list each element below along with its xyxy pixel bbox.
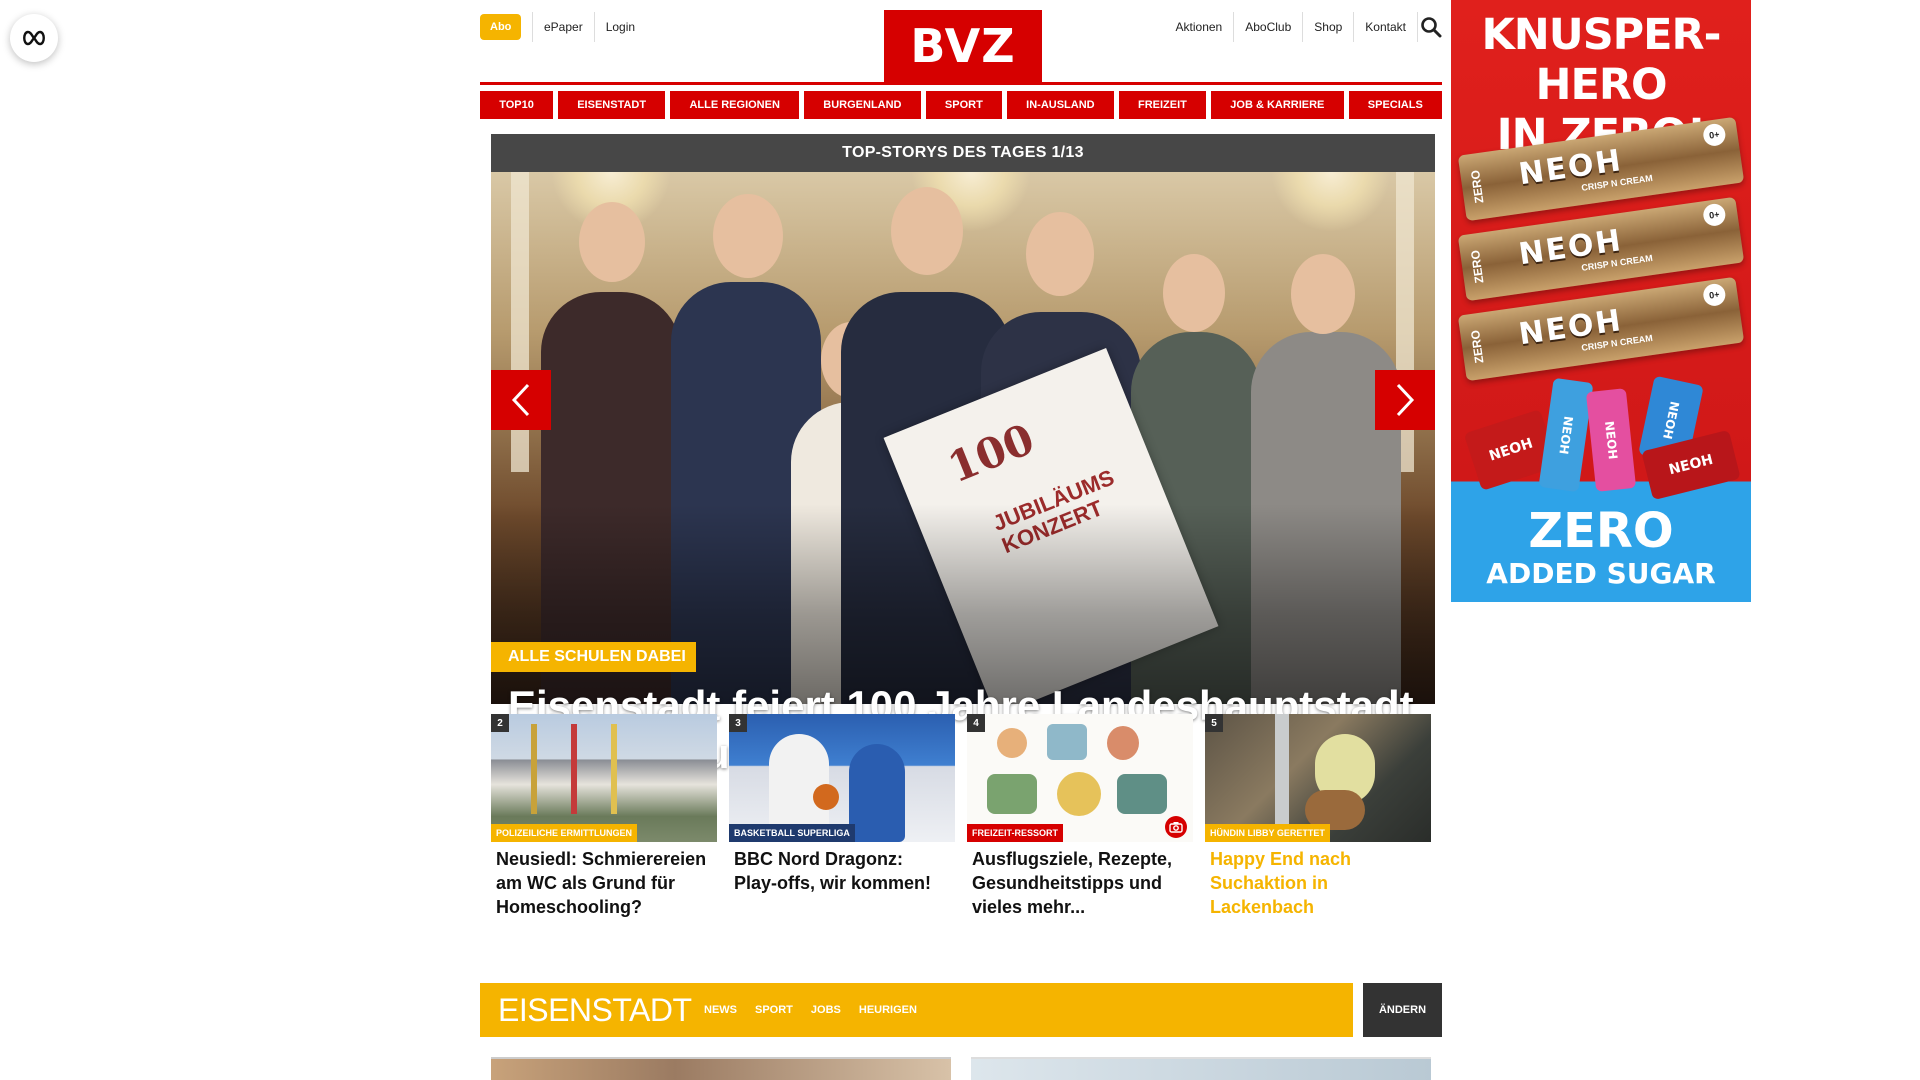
region-links: NEWS SPORT JOBS HEURIGEN	[704, 983, 917, 1037]
teaser-card[interactable]: 5 HÜNDIN LIBBY GERETTET Happy End nach S…	[1205, 714, 1431, 919]
product-packs: NEOH NEOH NEOH NEOH NEOH	[1451, 375, 1751, 510]
region-link-jobs[interactable]: JOBS	[811, 1004, 841, 1016]
flag	[571, 724, 577, 814]
header-divider	[480, 82, 1442, 85]
region-link-news[interactable]: NEWS	[704, 1004, 737, 1016]
teaser-card[interactable]: 4 FREIZEIT-RESSORT Ausflugsziele, Rezept…	[967, 714, 1193, 919]
top-links-left: ePaper Login	[532, 12, 646, 42]
teaser-image[interactable]: 3 BASKETBALL SUPERLIGA	[729, 714, 955, 842]
epaper-link[interactable]: ePaper	[532, 12, 594, 42]
story-teasers: 2 POLIZEILICHE ERMITTLUNGEN Neusiedl: Sc…	[491, 714, 1435, 919]
flag	[531, 724, 537, 814]
chevron-right-icon	[1396, 383, 1415, 417]
illustration	[1057, 772, 1101, 816]
nav-item-job-karriere[interactable]: JOB & KARRIERE	[1211, 91, 1344, 119]
shop-link[interactable]: Shop	[1303, 12, 1355, 42]
bar-badge: 0+	[1701, 122, 1727, 148]
ad-headline-line1: KNUSPER-HERO	[1481, 10, 1721, 110]
teaser-rank: 3	[729, 714, 747, 732]
bvz-logo[interactable]: BVZ	[884, 10, 1042, 82]
product-pack: NEOH	[1585, 388, 1637, 492]
teaser-title[interactable]: Ausflugsziele, Rezepte, Gesundheitstipps…	[967, 842, 1193, 919]
accessibility-toggle-button[interactable]	[10, 14, 58, 62]
person-head	[579, 202, 645, 282]
bar-side-label: ZERO	[1467, 248, 1487, 284]
aktionen-link[interactable]: Aktionen	[1165, 12, 1235, 42]
abo-button[interactable]: Abo	[480, 14, 522, 40]
site-header: Abo ePaper Login BVZ Aktionen AboClub Sh…	[480, 0, 1442, 85]
nav-item-sport[interactable]: SPORT	[925, 91, 1002, 119]
slider-heading: TOP-STORYS DES TAGES 1/13	[491, 134, 1435, 172]
slider-prev-button[interactable]	[491, 370, 551, 430]
illustration	[1117, 774, 1167, 814]
hero-gradient	[491, 504, 1435, 704]
ad-footer-sugar: ADDED SUGAR	[1486, 557, 1716, 590]
teaser-tag: POLIZEILICHE ERMITTLUNGEN	[491, 824, 637, 842]
region-title[interactable]: EISENSTADT	[498, 983, 692, 1037]
search-icon[interactable]	[1420, 16, 1442, 38]
bar-side-label: ZERO	[1467, 328, 1487, 364]
camera-icon	[1165, 816, 1187, 838]
slider-next-button[interactable]	[1375, 370, 1435, 430]
person-head	[713, 194, 783, 278]
person-head	[891, 187, 963, 275]
region-link-sport[interactable]: SPORT	[755, 1004, 793, 1016]
teaser-title[interactable]: Happy End nach Suchaktion in Lackenbach	[1205, 842, 1431, 919]
teaser-card[interactable]: 2 POLIZEILICHE ERMITTLUNGEN Neusiedl: Sc…	[491, 714, 717, 919]
teaser-image[interactable]: 4 FREIZEIT-RESSORT	[967, 714, 1193, 842]
illustration	[997, 728, 1027, 758]
aboclub-link[interactable]: AboClub	[1234, 12, 1304, 42]
teaser-title[interactable]: Neusiedl: Schmierereien am WC als Grund …	[491, 842, 717, 919]
teaser-rank: 5	[1205, 714, 1223, 732]
teaser-card[interactable]: 3 BASKETBALL SUPERLIGA BBC Nord Dragonz:…	[729, 714, 955, 919]
ad-footer-zero: ZERO	[1528, 503, 1674, 559]
change-region-button[interactable]: ÄNDERN	[1363, 983, 1442, 1037]
accessibility-icon	[23, 30, 45, 46]
main-navigation: TOP10 EISENSTADT ALLE REGIONEN BURGENLAN…	[480, 91, 1442, 119]
teaser-tag: BASKETBALL SUPERLIGA	[729, 824, 855, 842]
hero-kicker-badge: ALLE SCHULEN DABEI	[491, 642, 696, 672]
nav-item-top10[interactable]: TOP10	[480, 91, 554, 119]
region-teaser-image[interactable]	[971, 1057, 1431, 1080]
flag	[611, 724, 617, 814]
person-head	[1291, 254, 1355, 334]
illustration	[987, 774, 1037, 814]
product-pack: NEOH	[1538, 377, 1594, 493]
bar-badge: 0+	[1701, 282, 1727, 308]
illustration	[1107, 726, 1139, 760]
basketball	[813, 784, 839, 810]
hero-image[interactable]: 100 JUBILÄUMS KONZERT	[491, 172, 1435, 704]
chandelier-decor	[1271, 172, 1391, 232]
bar-badge: 0+	[1701, 202, 1727, 228]
chevron-left-icon	[511, 383, 530, 417]
teaser-image[interactable]: 5 HÜNDIN LIBBY GERETTET	[1205, 714, 1431, 842]
advertisement-banner[interactable]: KNUSPER-HERO IN ZERO! ZERO NEOH CRISP N …	[1451, 0, 1751, 602]
top-stories-slider: TOP-STORYS DES TAGES 1/13 100 JUBILÄUMS …	[491, 134, 1435, 777]
teaser-title[interactable]: BBC Nord Dragonz: Play-offs, wir kommen!	[729, 842, 955, 895]
nav-item-eisenstadt[interactable]: EISENSTADT	[558, 91, 666, 119]
teaser-rank: 2	[491, 714, 509, 732]
teaser-tag: HÜNDIN LIBBY GERETTET	[1205, 824, 1330, 842]
person-head	[1026, 212, 1094, 296]
poster-number: 100	[941, 414, 1041, 493]
illustration	[1047, 724, 1087, 760]
teaser-rank: 4	[967, 714, 985, 732]
pole	[1275, 714, 1289, 842]
player-figure	[849, 744, 905, 842]
nav-item-in-ausland[interactable]: IN-AUSLAND	[1006, 91, 1114, 119]
nav-item-alle-regionen[interactable]: ALLE REGIONEN	[670, 91, 800, 119]
teaser-image[interactable]: 2 POLIZEILICHE ERMITTLUNGEN	[491, 714, 717, 842]
nav-item-burgenland[interactable]: BURGENLAND	[804, 91, 921, 119]
login-link[interactable]: Login	[593, 12, 646, 42]
person-head	[1163, 254, 1225, 332]
teaser-tag: FREIZEIT-RESSORT	[967, 824, 1064, 842]
region-teaser-image[interactable]	[491, 1057, 951, 1080]
nav-item-freizeit[interactable]: FREIZEIT	[1118, 91, 1207, 119]
region-link-heurigen[interactable]: HEURIGEN	[859, 1004, 917, 1016]
region-section-header: EISENSTADT NEWS SPORT JOBS HEURIGEN	[480, 983, 1353, 1037]
nav-item-specials[interactable]: SPECIALS	[1348, 91, 1442, 119]
bar-side-label: ZERO	[1467, 168, 1487, 204]
kontakt-link[interactable]: Kontakt	[1354, 12, 1418, 42]
top-links-right: Aktionen AboClub Shop Kontakt	[1165, 12, 1418, 42]
